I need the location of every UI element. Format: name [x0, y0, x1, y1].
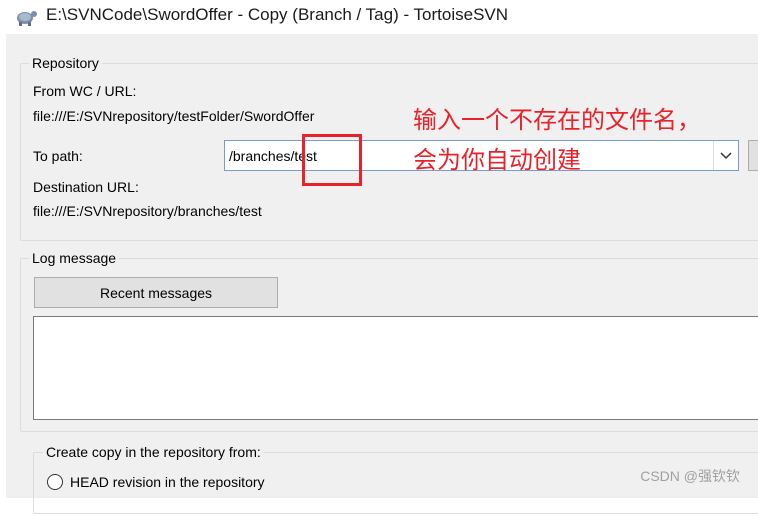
log-message-textarea[interactable]: [33, 316, 758, 420]
from-wc-url-label: From WC / URL:: [33, 83, 137, 99]
tortoisesvn-turtle-icon: [17, 11, 37, 26]
destination-url-label: Destination URL:: [33, 179, 139, 195]
to-path-label: To path:: [33, 148, 83, 164]
browse-button[interactable]: [748, 140, 758, 171]
create-copy-group-label: Create copy in the repository from:: [43, 444, 264, 460]
recent-messages-button[interactable]: Recent messages: [34, 277, 278, 308]
head-revision-radio[interactable]: [47, 474, 63, 490]
recent-messages-button-label: Recent messages: [99, 284, 213, 301]
to-path-dropdown-button[interactable]: [713, 141, 738, 170]
annotation-highlight-box: [302, 134, 362, 186]
annotation-line-1: 输入一个不存在的文件名，: [413, 107, 701, 134]
head-revision-label[interactable]: HEAD revision in the repository: [70, 474, 265, 490]
csdn-watermark: CSDN @强钦钦: [640, 468, 740, 484]
window-title: E:\SVNCode\SwordOffer - Copy (Branch / T…: [46, 5, 509, 24]
chevron-down-icon: [720, 151, 732, 159]
from-wc-url-value: file:///E:/SVNrepository/testFolder/Swor…: [33, 108, 315, 124]
annotation-line-2: 会为你自动创建: [413, 147, 581, 174]
destination-url-value: file:///E:/SVNrepository/branches/test: [33, 203, 262, 219]
title-bar: E:\SVNCode\SwordOffer - Copy (Branch / T…: [0, 0, 758, 34]
log-message-group-label: Log message: [29, 250, 120, 266]
repository-group-label: Repository: [29, 55, 102, 71]
